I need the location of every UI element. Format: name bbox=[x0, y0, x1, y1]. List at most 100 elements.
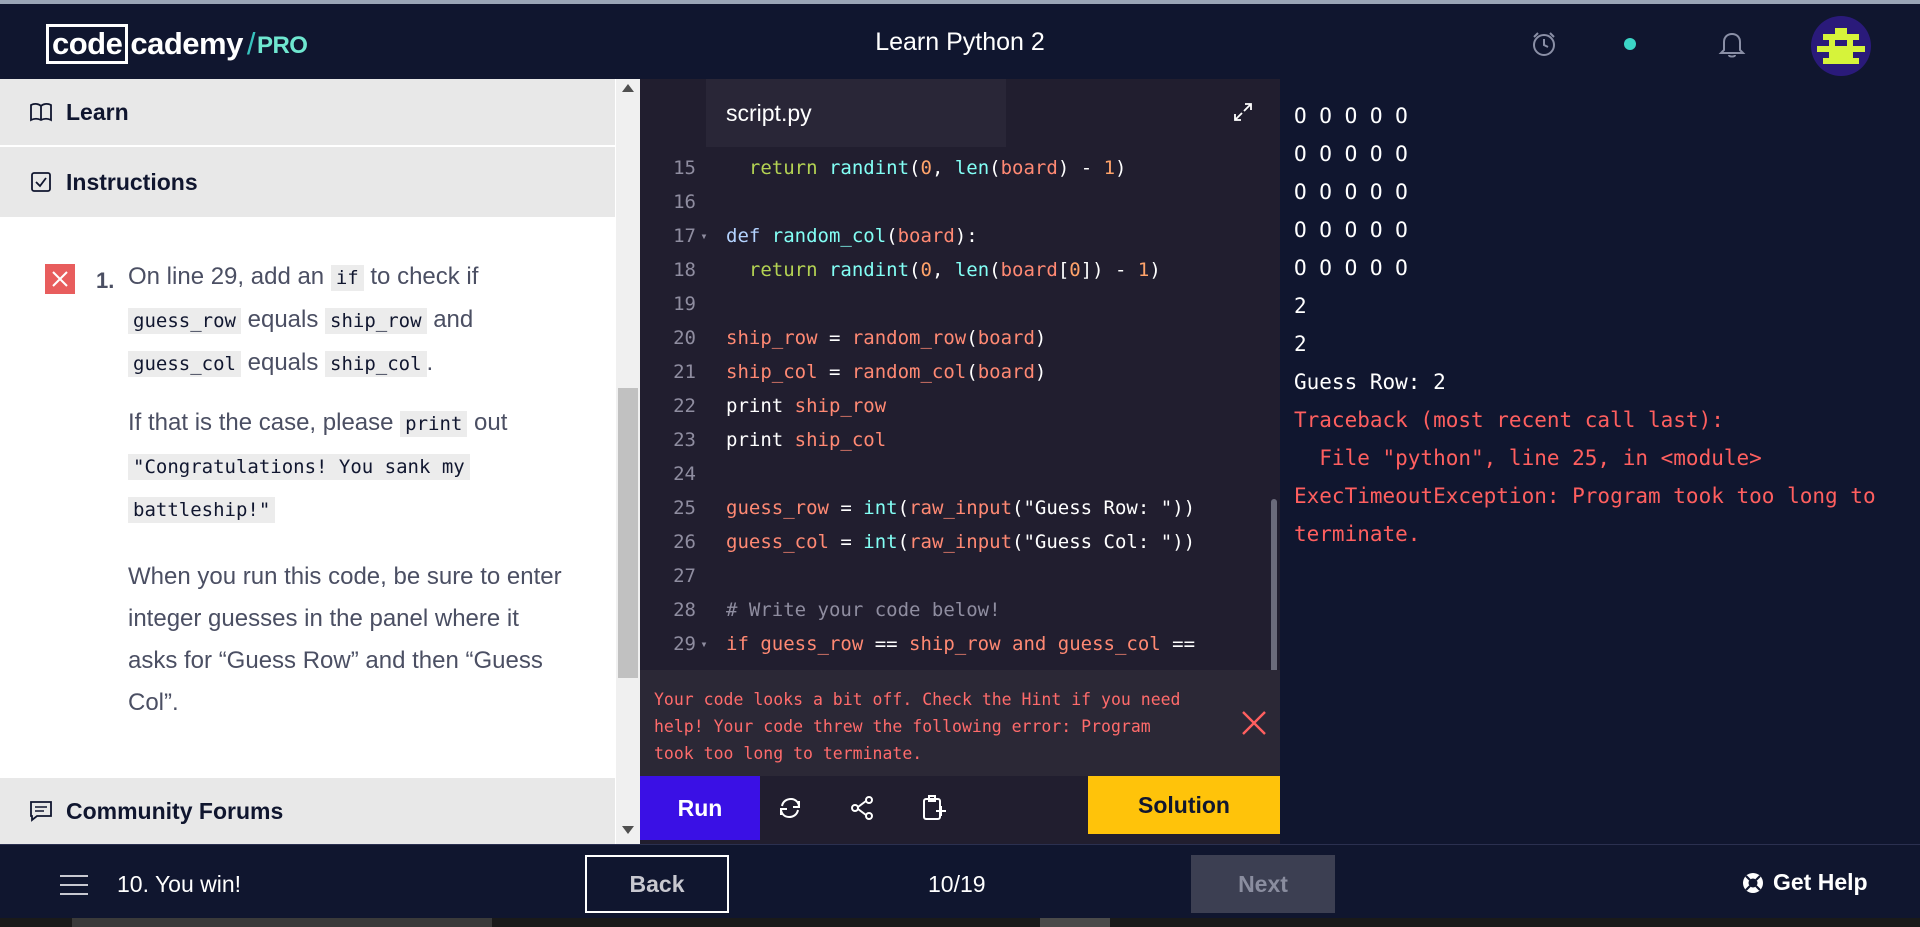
line-number: 18 bbox=[673, 259, 696, 281]
scroll-down-arrow[interactable] bbox=[622, 826, 634, 834]
status-dot bbox=[1612, 26, 1648, 62]
token: board bbox=[897, 225, 955, 247]
inline-code: print bbox=[400, 411, 468, 437]
tab-script-py[interactable]: script.py bbox=[706, 79, 1006, 147]
output-line: O O O O O bbox=[1294, 142, 1408, 166]
community-forums-tab[interactable]: Community Forums bbox=[0, 778, 615, 844]
copy-to-codebyte-icon[interactable] bbox=[920, 794, 948, 822]
fold-marker[interactable]: ▾ bbox=[696, 229, 712, 243]
token: , bbox=[931, 259, 955, 281]
text: equals bbox=[240, 306, 326, 333]
fold-marker[interactable]: ▾ bbox=[696, 637, 712, 651]
token: [ bbox=[1057, 259, 1070, 281]
code-line: 21 ship_col = random_col(board) bbox=[640, 355, 1260, 389]
token: 1 bbox=[1137, 259, 1150, 281]
menu-icon[interactable] bbox=[60, 875, 88, 895]
token: if bbox=[726, 633, 761, 655]
chat-icon bbox=[28, 798, 54, 824]
line-number: 15 bbox=[673, 157, 696, 179]
editor-tabbar: script.py bbox=[640, 79, 1280, 147]
code-editor[interactable]: 15 return randint(0, len(board) - 1) 16 … bbox=[640, 147, 1280, 670]
instructions-tab[interactable]: Instructions bbox=[0, 147, 615, 217]
token: len bbox=[954, 259, 990, 281]
run-button[interactable]: Run bbox=[640, 776, 760, 840]
inline-code: guess_row bbox=[128, 308, 241, 334]
token: ( bbox=[909, 259, 921, 281]
line-number: 29 bbox=[673, 633, 696, 655]
inline-code: ship_col bbox=[325, 351, 427, 377]
line-number: 20 bbox=[673, 327, 696, 349]
token: ( bbox=[989, 157, 1001, 179]
line-number: 27 bbox=[673, 565, 696, 587]
code-text: guess_row = int(raw_input("Guess Row: ")… bbox=[712, 497, 1195, 519]
close-icon[interactable] bbox=[1240, 709, 1268, 737]
line-number: 28 bbox=[673, 599, 696, 621]
code-line: 22 print ship_row bbox=[640, 389, 1260, 423]
token: ) - bbox=[1057, 157, 1104, 179]
code-text: ship_col = random_col(board) bbox=[712, 361, 1046, 383]
token: return bbox=[726, 259, 829, 281]
token: "Guess Col: " bbox=[1023, 531, 1173, 553]
token: guess_col bbox=[1057, 633, 1161, 655]
token: ship_col bbox=[726, 361, 818, 383]
inline-code: "Congratulations! You sank my bbox=[128, 454, 470, 480]
token: == bbox=[863, 633, 910, 655]
code-line: 24 bbox=[640, 457, 1260, 491]
token: ( bbox=[897, 497, 910, 519]
output-terminal[interactable]: O O O O O O O O O O O O O O O O O O O O … bbox=[1280, 79, 1920, 844]
book-icon bbox=[28, 99, 54, 125]
code-line: 26 guess_col = int(raw_input("Guess Col:… bbox=[640, 525, 1260, 559]
avatar[interactable] bbox=[1811, 16, 1871, 76]
line-number: 17 bbox=[673, 225, 696, 247]
text: . bbox=[426, 349, 434, 376]
token: random_row bbox=[851, 327, 967, 349]
error-message-box: Your code looks a bit off. Check the Hin… bbox=[640, 670, 1280, 776]
code-line: 28 # Write your code below! bbox=[640, 593, 1260, 627]
alarm-icon[interactable] bbox=[1526, 26, 1562, 62]
token: , bbox=[931, 157, 955, 179]
scroll-up-arrow[interactable] bbox=[622, 84, 634, 92]
back-button[interactable]: Back bbox=[585, 855, 729, 913]
bell-icon[interactable] bbox=[1714, 26, 1750, 62]
code-line: 16 bbox=[640, 185, 1260, 219]
reset-icon[interactable] bbox=[776, 794, 804, 822]
token: int bbox=[863, 531, 898, 553]
expand-icon[interactable] bbox=[1230, 99, 1256, 125]
code-line: 18 return randint(0, len(board[0]) - 1) bbox=[640, 253, 1260, 287]
token: ]) - bbox=[1080, 259, 1138, 281]
token: ( bbox=[966, 361, 978, 383]
bottom-nav: 10. You win! Back 10/19 Next Get Help bbox=[0, 844, 1920, 927]
course-title[interactable]: Learn Python 2 bbox=[875, 28, 1045, 56]
logo-box-text: code bbox=[46, 24, 129, 64]
text: On line 29, add an bbox=[128, 263, 331, 290]
solution-button[interactable]: Solution bbox=[1088, 776, 1280, 834]
get-help-label: Get Help bbox=[1773, 869, 1868, 895]
lifebuoy-icon bbox=[1741, 871, 1765, 895]
next-button[interactable]: Next bbox=[1191, 855, 1335, 913]
code-text: def random_col(board): bbox=[712, 225, 978, 247]
lesson-progress: 10/19 bbox=[928, 871, 986, 897]
instructions-scroll-thumb[interactable] bbox=[618, 388, 638, 678]
token: # Write your code below! bbox=[726, 599, 1001, 621]
inline-code: battleship!" bbox=[128, 497, 276, 523]
token: 0 bbox=[920, 157, 932, 179]
output-error-line: ExecTimeoutException: Program took too l… bbox=[1294, 484, 1876, 508]
code-line: 19 bbox=[640, 287, 1260, 321]
token: ) bbox=[1034, 327, 1047, 349]
token: )) bbox=[1172, 497, 1196, 519]
code-line: 25 guess_row = int(raw_input("Guess Row:… bbox=[640, 491, 1260, 525]
token: ship_row bbox=[726, 327, 818, 349]
token: guess_row bbox=[760, 633, 864, 655]
get-help-button[interactable]: Get Help bbox=[1741, 869, 1868, 896]
token: guess_col bbox=[726, 531, 829, 553]
code-text: return randint(0, len(board[0]) - 1) bbox=[712, 259, 1161, 281]
output-error-line: File "python", line 25, in <module> bbox=[1294, 446, 1762, 470]
share-icon[interactable] bbox=[848, 794, 876, 822]
output-error-line: Traceback (most recent call last): bbox=[1294, 408, 1724, 432]
token: ) bbox=[1149, 259, 1161, 281]
lesson-name[interactable]: 10. You win! bbox=[117, 871, 241, 898]
code-text: if guess_row == ship_row and guess_col =… bbox=[712, 633, 1195, 655]
codecademy-logo[interactable]: code cademy / PRO bbox=[46, 24, 308, 64]
tab-label: script.py bbox=[726, 99, 812, 126]
learn-tab[interactable]: Learn bbox=[0, 79, 615, 145]
